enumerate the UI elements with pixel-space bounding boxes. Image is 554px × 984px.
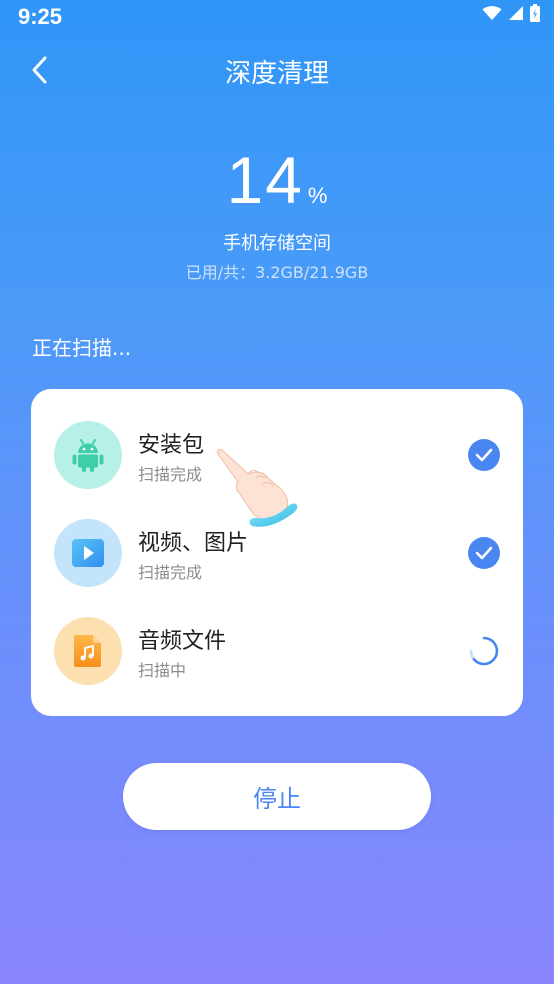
scan-item-title: 安装包 bbox=[138, 433, 205, 458]
check-icon bbox=[468, 439, 500, 471]
stop-button[interactable]: 停止 bbox=[123, 763, 431, 830]
status-icons bbox=[482, 4, 540, 26]
storage-percent-unit: % bbox=[307, 183, 328, 208]
battery-icon bbox=[530, 4, 540, 26]
android-icon bbox=[54, 421, 122, 489]
page-title: 深度清理 bbox=[224, 59, 329, 89]
video-icon bbox=[54, 519, 122, 587]
storage-label: 手机存储空间 bbox=[223, 233, 331, 254]
scan-item-status: 扫描完成 bbox=[138, 465, 203, 484]
scan-item-title: 音频文件 bbox=[138, 629, 227, 654]
scan-item-audio[interactable]: 音频文件 扫描中 bbox=[31, 585, 523, 685]
wifi-icon bbox=[482, 5, 502, 25]
signal-icon bbox=[508, 5, 524, 25]
storage-percent-value: 14 bbox=[226, 143, 304, 217]
check-icon bbox=[468, 537, 500, 569]
status-bar: 9:25 bbox=[0, 0, 554, 34]
loading-spinner-icon bbox=[468, 635, 500, 667]
music-icon bbox=[54, 617, 122, 685]
scan-item-status: 扫描中 bbox=[138, 661, 187, 680]
storage-percent-display: 14% bbox=[0, 142, 554, 218]
storage-usage: 已用/共：3.2GB/21.9GB bbox=[185, 263, 369, 282]
hand-pointer-icon bbox=[212, 444, 304, 536]
scan-card: 安装包 扫描完成 视频、图片 扫描完成 音频文件 扫描中 bbox=[31, 389, 523, 716]
scan-item-status: 扫描完成 bbox=[138, 563, 203, 582]
scan-status-text: 正在扫描... bbox=[32, 336, 132, 360]
status-time: 9:25 bbox=[18, 4, 63, 29]
